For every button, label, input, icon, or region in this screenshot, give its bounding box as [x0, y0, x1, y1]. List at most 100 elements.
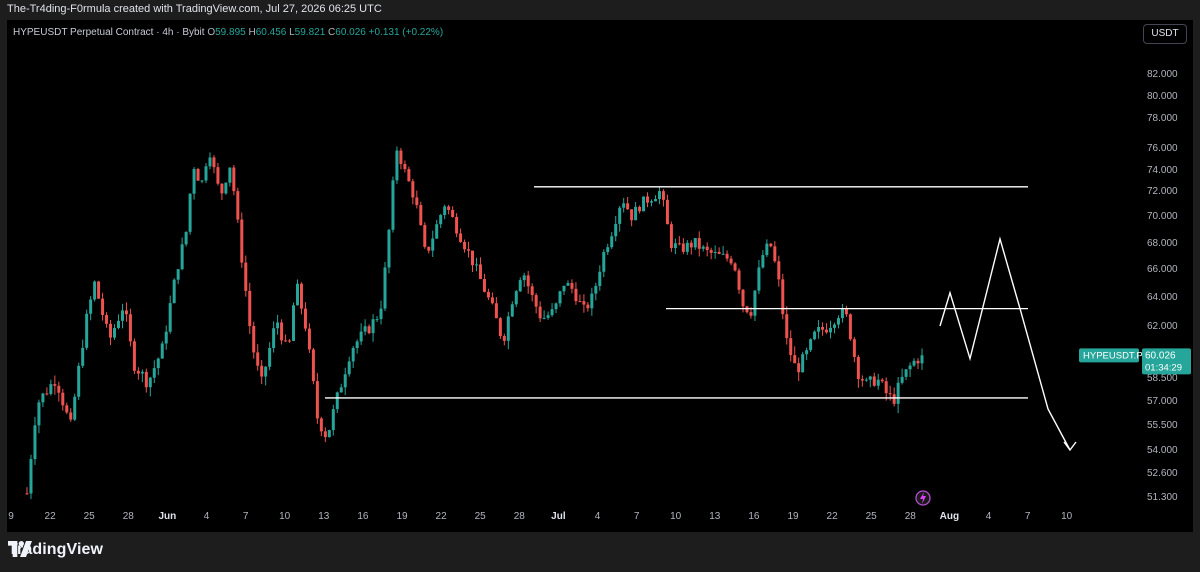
candle-body	[590, 293, 594, 309]
chart-pane[interactable]: HYPEUSDT Perpetual Contract · 4h · Bybit…	[7, 20, 1193, 532]
candle-body	[101, 298, 105, 316]
candle-body	[626, 203, 630, 210]
top-bar: The-Tr4ding-F0rmula created with Trading…	[0, 0, 1200, 20]
candle-body	[538, 306, 542, 319]
candle-body	[753, 290, 757, 316]
candle-body	[594, 285, 598, 294]
candle-body	[85, 313, 89, 348]
candle-body	[558, 291, 562, 304]
candle-body	[57, 385, 61, 393]
candle-body	[176, 269, 180, 280]
candle-body	[407, 169, 411, 182]
candle-body	[685, 242, 689, 252]
candle-body	[387, 229, 391, 268]
candle-body	[49, 384, 53, 394]
candle-body	[65, 405, 69, 413]
y-axis-tick-label: 58.500	[1147, 373, 1178, 384]
candle-body	[689, 242, 693, 248]
candle-body	[248, 290, 252, 327]
candle-body	[228, 167, 232, 183]
candle-body	[789, 338, 793, 356]
y-axis-tick-label: 82.000	[1147, 69, 1178, 80]
tradingview-logo[interactable]: TradingView	[8, 541, 103, 559]
candle-body	[375, 319, 379, 321]
y-axis-tick-label: 68.000	[1147, 238, 1178, 249]
candle-body	[868, 376, 872, 380]
candle-body	[542, 317, 546, 319]
candle-body	[471, 250, 475, 266]
candle-body	[848, 314, 852, 340]
candle-body	[339, 387, 343, 393]
candle-body	[307, 328, 311, 350]
candle-body	[73, 396, 77, 420]
candle-body	[77, 365, 81, 397]
candle-body	[765, 243, 769, 256]
candle-body	[97, 281, 101, 299]
candle-body	[709, 250, 713, 253]
candle-body	[634, 206, 638, 221]
candle-body	[208, 157, 212, 167]
candle-body	[292, 305, 296, 341]
x-axis-tick-label: 25	[84, 511, 96, 522]
candle-body	[733, 263, 737, 271]
x-axis-tick-label: 28	[123, 511, 135, 522]
candle-body	[29, 459, 33, 494]
x-axis-tick-label: 16	[357, 511, 369, 522]
candle-body	[638, 206, 642, 212]
candle-body	[821, 327, 825, 330]
candle-body	[272, 328, 276, 349]
candle-body	[876, 379, 880, 386]
candle-body	[136, 370, 140, 374]
candle-body	[749, 312, 753, 316]
candle-body	[785, 314, 789, 339]
candle-body	[912, 360, 916, 366]
candle-body	[105, 315, 109, 324]
candle-body	[602, 252, 606, 272]
y-axis-tick-label: 51.300	[1147, 492, 1178, 503]
candle-body	[192, 169, 196, 194]
candle-body	[586, 304, 590, 309]
candle-body	[904, 369, 908, 377]
candle-body	[550, 309, 554, 316]
candle-body	[264, 366, 268, 377]
y-axis-tick-label: 64.000	[1147, 292, 1178, 303]
candle-body	[343, 374, 347, 388]
candle-body	[729, 258, 733, 264]
y-axis-tick-label: 62.000	[1147, 321, 1178, 332]
candle-body	[220, 183, 224, 194]
x-axis-tick-label: 9	[8, 511, 14, 522]
candle-body	[486, 291, 490, 298]
candle-body	[646, 196, 650, 203]
candle-body	[880, 379, 884, 382]
candle-body	[164, 331, 168, 344]
x-axis-tick-label: Aug	[940, 511, 959, 522]
candle-body	[884, 381, 888, 394]
projection-path[interactable]	[939, 236, 1071, 451]
chart-canvas[interactable]: 82.000 80.000 78.000 76.000 74.000 72.000 70.0…	[7, 20, 1193, 532]
candle-body	[669, 224, 673, 248]
candle-body	[224, 182, 228, 194]
footer: TradingView	[0, 532, 1200, 572]
candle-body	[900, 376, 904, 383]
candle-body	[148, 377, 152, 388]
candle-body	[793, 355, 797, 364]
candle-body	[447, 206, 451, 210]
candle-body	[156, 358, 160, 369]
candle-body	[288, 340, 292, 342]
tradingview-logo-icon	[8, 541, 32, 557]
candle-body	[757, 267, 761, 291]
candle-body	[892, 394, 896, 404]
candle-body	[725, 253, 729, 259]
candle-body	[474, 264, 478, 266]
candle-body	[578, 301, 582, 303]
candle-body	[196, 169, 200, 181]
candle-body	[741, 289, 745, 307]
x-axis-tick-label: 10	[1061, 511, 1073, 522]
price-tag-countdown: 01:34:29	[1145, 362, 1182, 373]
candle-body	[717, 251, 721, 254]
candle-body	[415, 197, 419, 206]
candle-body	[371, 319, 375, 334]
candle-body	[363, 326, 367, 332]
candle-body	[427, 246, 431, 251]
candle-body	[467, 249, 471, 251]
